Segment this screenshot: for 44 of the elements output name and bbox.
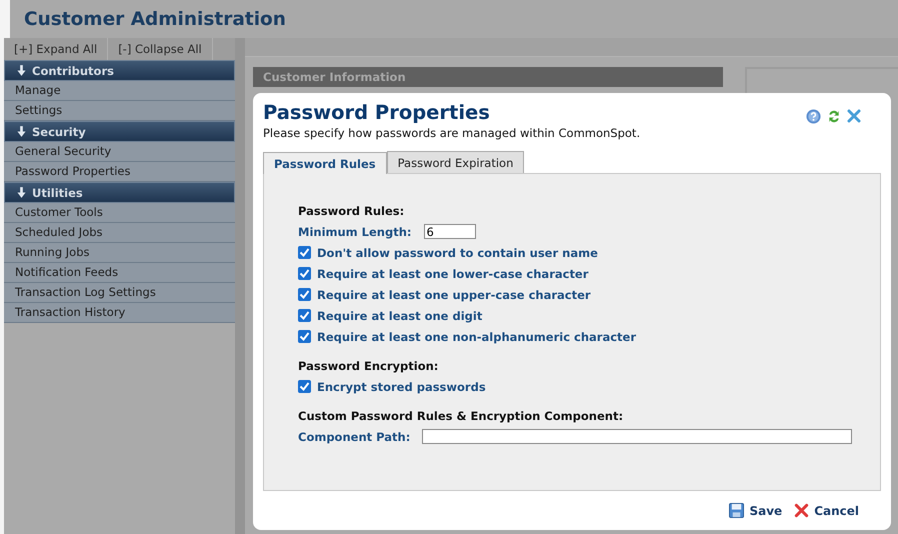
group-heading: Password Encryption: [298, 359, 440, 373]
sidebar-item[interactable]: Transaction Log Settings [4, 283, 235, 303]
refresh-icon[interactable] [827, 109, 841, 124]
tab[interactable]: Password Expiration [386, 151, 524, 173]
dialog-subtitle: Please specify how passwords are managed within CommonSpot. [263, 126, 640, 140]
checkbox[interactable] [298, 267, 311, 280]
checkbox[interactable] [298, 380, 311, 393]
checkbox[interactable] [298, 288, 311, 301]
sidebar-item[interactable]: General Security [4, 142, 235, 162]
checkbox-label: Don't allow password to contain user name [317, 246, 598, 260]
sidebar-item[interactable]: Transaction History [4, 303, 235, 323]
checkbox-label: Require at least one lower-case character [317, 266, 588, 280]
section-header[interactable]: Contributors [4, 60, 235, 81]
checkbox[interactable] [298, 330, 311, 343]
checkbox[interactable] [298, 246, 311, 259]
panel-header: Customer Information [253, 67, 723, 87]
sidebar-item[interactable]: Running Jobs [4, 243, 235, 263]
group-heading: Custom Password Rules & Encryption Component: [298, 409, 624, 423]
sidebar-item[interactable]: Settings [4, 101, 235, 121]
save-button[interactable]: Save [729, 503, 782, 518]
section-header[interactable]: Utilities [4, 182, 235, 203]
sidebar-item[interactable]: Customer Tools [4, 203, 235, 223]
checkbox-label: Require at least one digit [317, 308, 482, 322]
input-field[interactable] [422, 429, 852, 444]
field-label: Minimum Length: [298, 224, 412, 238]
cancel-button[interactable]: Cancel [794, 503, 859, 518]
group-heading: Password Rules: [298, 204, 406, 218]
checkbox[interactable] [298, 309, 311, 322]
tab[interactable]: Password Rules [263, 152, 387, 174]
sidebar-item[interactable]: Scheduled Jobs [4, 223, 235, 243]
dialog-title: Password Properties [263, 101, 491, 124]
help-icon[interactable] [806, 109, 821, 124]
checkbox-label: Encrypt stored passwords [317, 380, 486, 394]
page-title: Customer Administration [24, 8, 286, 30]
section-header[interactable]: Security [4, 121, 235, 142]
cross-icon [794, 503, 810, 518]
checkbox-label: Require at least one non-alphanumeric character [317, 330, 636, 344]
close-icon[interactable] [847, 109, 861, 123]
sidebar-item[interactable]: Password Properties [4, 162, 235, 182]
sidebar-item[interactable]: Notification Feeds [4, 263, 235, 283]
checkbox-label: Require at least one upper-case character [317, 288, 591, 302]
sidebar-item[interactable]: Manage [4, 81, 235, 101]
field-label: Component Path: [298, 430, 410, 444]
input-field[interactable]: 6 [424, 224, 476, 239]
